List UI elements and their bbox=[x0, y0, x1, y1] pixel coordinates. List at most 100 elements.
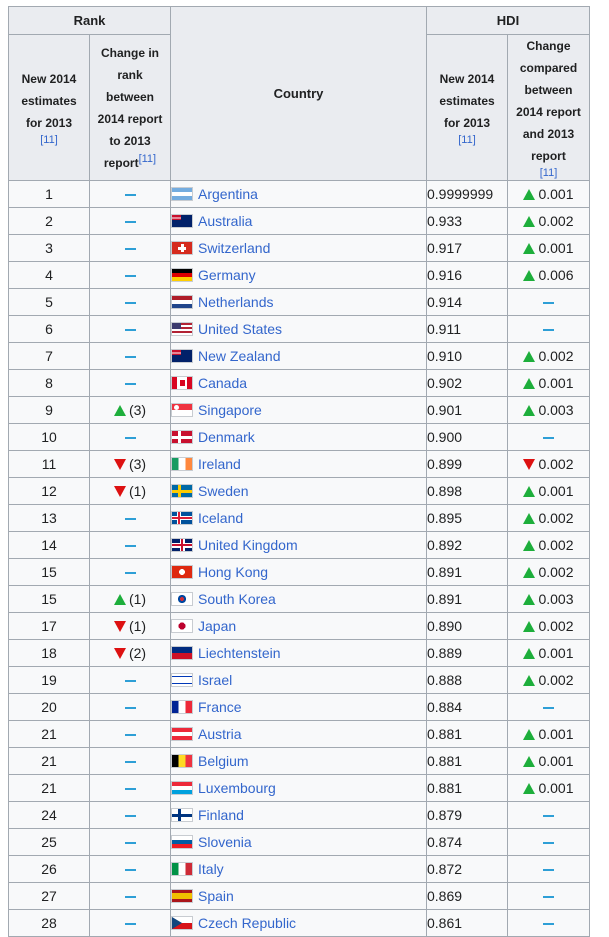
united-states-flag-icon[interactable] bbox=[171, 322, 193, 336]
belgium-flag-icon[interactable] bbox=[171, 754, 193, 768]
reference-link[interactable]: [11] bbox=[430, 134, 504, 147]
hdi-change-value: 0.002 bbox=[538, 564, 574, 580]
ireland-flag-icon[interactable] bbox=[171, 457, 193, 471]
rank-new-estimates-header[interactable]: New 2014 estimates for 2013 [11] bbox=[8, 34, 90, 181]
rank-change-value: (2) bbox=[128, 645, 147, 661]
argentina-flag-icon[interactable] bbox=[171, 187, 193, 201]
country-link[interactable]: South Korea bbox=[198, 591, 276, 607]
country-link[interactable]: Iceland bbox=[198, 510, 243, 526]
denmark-flag-icon[interactable] bbox=[171, 430, 193, 444]
rank-cell: 24 bbox=[8, 801, 90, 829]
country-column-header[interactable]: Country bbox=[170, 6, 427, 181]
hdi-change-cell: 0.001 bbox=[507, 720, 590, 748]
slovenia-flag-icon[interactable] bbox=[171, 835, 193, 849]
country-link[interactable]: Belgium bbox=[198, 753, 249, 769]
czech-republic-flag-icon[interactable] bbox=[171, 916, 193, 930]
rank-cell: 7 bbox=[8, 342, 90, 370]
country-link[interactable]: Australia bbox=[198, 213, 252, 229]
country-link[interactable]: Argentina bbox=[198, 186, 258, 202]
country-link[interactable]: Switzerland bbox=[198, 240, 270, 256]
country-link[interactable]: Canada bbox=[198, 375, 247, 391]
country-cell: Japan bbox=[170, 612, 427, 640]
hdi-change-value: 0.006 bbox=[538, 267, 574, 283]
country-link[interactable]: Austria bbox=[198, 726, 242, 742]
country-link[interactable]: Spain bbox=[198, 888, 234, 904]
rank-cell: 13 bbox=[8, 504, 90, 532]
table-body: 1 Argentina 0.9999999 0.001 2 Australia 0.933 0… bbox=[8, 180, 590, 937]
reference-link[interactable]: [11] bbox=[139, 153, 157, 165]
rank-cell: 6 bbox=[8, 315, 90, 343]
hdi-change-cell: 0.002 bbox=[507, 531, 590, 559]
hdi-change-cell: 0.002 bbox=[507, 558, 590, 586]
steady-dash-icon bbox=[124, 572, 136, 575]
country-link[interactable]: Denmark bbox=[198, 429, 255, 445]
canada-flag-icon[interactable] bbox=[171, 376, 193, 390]
table-row: 15 Hong Kong 0.891 0.002 bbox=[8, 558, 590, 586]
reference-link[interactable]: [11] bbox=[511, 167, 586, 180]
country-link[interactable]: Hong Kong bbox=[198, 564, 268, 580]
country-link[interactable]: Italy bbox=[198, 861, 224, 877]
country-link[interactable]: New Zealand bbox=[198, 348, 281, 364]
rank-group-header: Rank bbox=[8, 6, 171, 35]
table-row: 21 Austria 0.881 0.001 bbox=[8, 720, 590, 748]
hdi-group-header: HDI bbox=[426, 6, 590, 35]
switzerland-flag-icon[interactable] bbox=[171, 241, 193, 255]
reference-link[interactable]: [11] bbox=[12, 134, 86, 147]
country-link[interactable]: Czech Republic bbox=[198, 915, 296, 931]
hdi-change-cell: 0.002 bbox=[507, 666, 590, 694]
finland-flag-icon[interactable] bbox=[171, 808, 193, 822]
hdi-value-cell: 0.916 bbox=[426, 261, 508, 289]
country-link[interactable]: Israel bbox=[198, 672, 232, 688]
israel-flag-icon[interactable] bbox=[171, 673, 193, 687]
table-row: 18 (2) Liechtenstein 0.889 0.001 bbox=[8, 639, 590, 667]
south-korea-flag-icon[interactable] bbox=[171, 592, 193, 606]
rank-change-header[interactable]: Change in rank between 2014 report to 20… bbox=[89, 34, 171, 181]
hdi-table-container: Rank Country HDI New 2014 estimates for … bbox=[8, 6, 590, 937]
country-link[interactable]: Singapore bbox=[198, 402, 262, 418]
united-kingdom-flag-icon[interactable] bbox=[171, 538, 193, 552]
australia-flag-icon[interactable] bbox=[171, 214, 193, 228]
country-link[interactable]: Liechtenstein bbox=[198, 645, 281, 661]
sweden-flag-icon[interactable] bbox=[171, 484, 193, 498]
hong-kong-flag-icon[interactable] bbox=[171, 565, 193, 579]
rank-cell: 9 bbox=[8, 396, 90, 424]
netherlands-flag-icon[interactable] bbox=[171, 295, 193, 309]
germany-flag-icon[interactable] bbox=[171, 268, 193, 282]
hdi-new-estimates-header[interactable]: New 2014 estimates for 2013 [11] bbox=[426, 34, 508, 181]
spain-flag-icon[interactable] bbox=[171, 889, 193, 903]
austria-flag-icon[interactable] bbox=[171, 727, 193, 741]
singapore-flag-icon[interactable] bbox=[171, 403, 193, 417]
hdi-value-cell: 0.881 bbox=[426, 774, 508, 802]
steady-dash-icon bbox=[124, 302, 136, 305]
country-link[interactable]: Finland bbox=[198, 807, 244, 823]
new-zealand-flag-icon[interactable] bbox=[171, 349, 193, 363]
country-link[interactable]: Slovenia bbox=[198, 834, 252, 850]
country-link[interactable]: Japan bbox=[198, 618, 236, 634]
hdi-change-value: 0.003 bbox=[538, 402, 574, 418]
country-link[interactable]: France bbox=[198, 699, 242, 715]
rank-change-cell bbox=[89, 261, 171, 289]
country-link[interactable]: United Kingdom bbox=[198, 537, 298, 553]
liechtenstein-flag-icon[interactable] bbox=[171, 646, 193, 660]
japan-flag-icon[interactable] bbox=[171, 619, 193, 633]
country-link[interactable]: Ireland bbox=[198, 456, 241, 472]
country-link[interactable]: United States bbox=[198, 321, 282, 337]
country-cell: United Kingdom bbox=[170, 531, 427, 559]
country-link[interactable]: Luxembourg bbox=[198, 780, 276, 796]
country-link[interactable]: Sweden bbox=[198, 483, 249, 499]
steady-dash-icon bbox=[124, 788, 136, 791]
decrease-arrow-icon bbox=[113, 459, 126, 470]
hdi-change-cell bbox=[507, 315, 590, 343]
hdi-change-cell: 0.002 bbox=[507, 450, 590, 478]
table-row: 26 Italy 0.872 bbox=[8, 855, 590, 883]
hdi-change-header[interactable]: Change compared between 2014 report and … bbox=[507, 34, 590, 181]
country-link[interactable]: Germany bbox=[198, 267, 256, 283]
italy-flag-icon[interactable] bbox=[171, 862, 193, 876]
luxembourg-flag-icon[interactable] bbox=[171, 781, 193, 795]
hdi-value-cell: 0.861 bbox=[426, 909, 508, 937]
iceland-flag-icon[interactable] bbox=[171, 511, 193, 525]
france-flag-icon[interactable] bbox=[171, 700, 193, 714]
country-link[interactable]: Netherlands bbox=[198, 294, 274, 310]
rank-new-estimates-label: New 2014 estimates for 2013 bbox=[21, 72, 77, 130]
country-cell: South Korea bbox=[170, 585, 427, 613]
